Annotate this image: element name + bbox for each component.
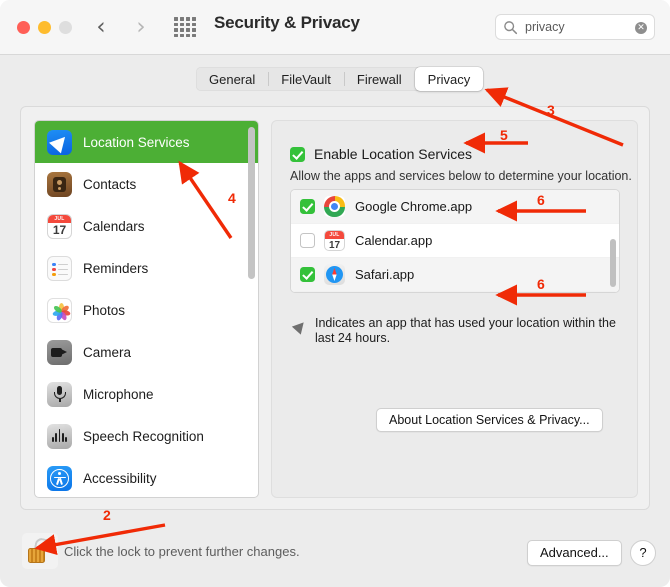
detail-description: Allow the apps and services below to det… — [290, 169, 632, 183]
reminders-icon — [47, 255, 72, 281]
contacts-icon — [47, 171, 72, 197]
annotation-number-5: 5 — [500, 127, 508, 143]
tab-privacy[interactable]: Privacy — [414, 67, 484, 91]
show-all-icon[interactable] — [174, 17, 196, 37]
app-list-scrollbar[interactable] — [610, 239, 616, 287]
clear-search-icon[interactable]: ✕ — [635, 22, 647, 34]
annotation-number-6-safari: 6 — [537, 276, 545, 292]
sidebar-item-speech-recognition[interactable]: Speech Recognition — [35, 415, 258, 457]
sidebar-item-label: Speech Recognition — [83, 428, 204, 444]
accessibility-icon — [47, 465, 72, 491]
close-button[interactable] — [17, 21, 30, 34]
calendar-day: 17 — [52, 222, 67, 237]
system-preferences-window: ‹ › Security & Privacy privacy ✕ General… — [0, 0, 670, 587]
app-label: Google Chrome.app — [355, 199, 473, 214]
help-button[interactable]: ? — [630, 540, 656, 566]
tab-bar: General FileVault Firewall Privacy — [0, 67, 670, 99]
safari-icon — [324, 264, 345, 285]
search-input[interactable]: privacy — [525, 20, 565, 34]
search-icon — [504, 21, 518, 35]
enable-location-services-label: Enable Location Services — [314, 146, 472, 162]
photos-icon — [47, 297, 72, 323]
content-panel: Location Services Contacts JUL 17 Calend… — [20, 106, 650, 510]
app-label: Safari.app — [355, 267, 415, 282]
annotation-number-3: 3 — [547, 102, 555, 118]
app-checkbox[interactable] — [300, 267, 315, 282]
privacy-category-list[interactable]: Location Services Contacts JUL 17 Calend… — [34, 120, 259, 498]
location-services-icon — [47, 129, 72, 155]
tab-firewall[interactable]: Firewall — [343, 67, 415, 91]
minimize-button[interactable] — [38, 21, 51, 34]
back-button[interactable]: ‹ — [89, 13, 113, 41]
sidebar-item-calendars[interactable]: JUL 17 Calendars — [35, 205, 258, 247]
tab-group: General FileVault Firewall Privacy — [196, 67, 484, 91]
detail-panel: Enable Location Services Allow the apps … — [271, 120, 638, 498]
page-title: Security & Privacy — [214, 13, 360, 32]
calendar-icon: JUL 17 — [324, 230, 345, 251]
sidebar-item-location-services[interactable]: Location Services — [35, 121, 258, 163]
sidebar-item-label: Contacts — [83, 176, 137, 192]
sidebar-scrollbar[interactable] — [248, 127, 255, 279]
app-row-safari[interactable]: Safari.app — [291, 258, 619, 292]
enable-location-services-row[interactable]: Enable Location Services — [290, 146, 472, 162]
calendar-month: JUL — [48, 214, 71, 223]
sidebar-item-contacts[interactable]: Contacts — [35, 163, 258, 205]
tab-filevault[interactable]: FileVault — [268, 67, 344, 91]
sidebar-item-photos[interactable]: Photos — [35, 289, 258, 331]
sidebar-item-reminders[interactable]: Reminders — [35, 247, 258, 289]
title-bar: ‹ › Security & Privacy privacy ✕ — [0, 0, 670, 55]
footnote-text: Indicates an app that has used your loca… — [315, 316, 616, 345]
app-checkbox[interactable] — [300, 199, 315, 214]
app-row-calendar[interactable]: JUL 17 Calendar.app — [291, 224, 619, 258]
sidebar-item-label: Location Services — [83, 134, 190, 150]
sidebar-item-microphone[interactable]: Microphone — [35, 373, 258, 415]
camera-icon — [47, 339, 72, 365]
sidebar-item-label: Calendars — [83, 218, 145, 234]
unlocked-padlock-icon[interactable] — [22, 533, 58, 569]
zoom-button[interactable] — [59, 21, 72, 34]
sidebar-item-camera[interactable]: Camera — [35, 331, 258, 373]
app-row-system-services[interactable]: System Services Details... — [291, 292, 619, 293]
enable-location-services-checkbox[interactable] — [290, 146, 305, 162]
sidebar-item-label: Microphone — [83, 386, 154, 402]
annotation-number-2: 2 — [103, 507, 111, 523]
app-label: Calendar.app — [355, 233, 433, 248]
sidebar-item-label: Photos — [83, 302, 126, 318]
calendar-icon: JUL 17 — [47, 213, 72, 239]
footnote: Indicates an app that has used your loca… — [291, 316, 624, 346]
annotation-number-6-chrome: 6 — [537, 192, 545, 208]
forward-button[interactable]: › — [129, 13, 153, 41]
sidebar-item-accessibility[interactable]: Accessibility — [35, 457, 258, 497]
annotation-number-4: 4 — [228, 190, 236, 206]
search-field[interactable]: privacy ✕ — [495, 14, 655, 40]
calendar-month: JUL — [325, 231, 344, 239]
app-permission-list[interactable]: Google Chrome.app JUL 17 Calendar.app Sa… — [290, 189, 620, 293]
sidebar-item-label: Camera — [83, 344, 132, 360]
speech-recognition-icon — [47, 423, 72, 449]
about-location-services-button[interactable]: About Location Services & Privacy... — [376, 408, 603, 432]
chrome-icon — [324, 196, 345, 217]
app-row-google-chrome[interactable]: Google Chrome.app — [291, 190, 619, 224]
sidebar-item-label: Accessibility — [83, 470, 157, 486]
app-checkbox[interactable] — [300, 233, 315, 248]
advanced-button[interactable]: Advanced... — [527, 540, 622, 566]
lock-status-text: Click the lock to prevent further change… — [64, 544, 300, 559]
sidebar-item-label: Reminders — [83, 260, 149, 276]
location-arrow-icon — [291, 318, 309, 335]
tab-general[interactable]: General — [196, 67, 268, 91]
microphone-icon — [47, 381, 72, 407]
calendar-day: 17 — [328, 240, 341, 251]
